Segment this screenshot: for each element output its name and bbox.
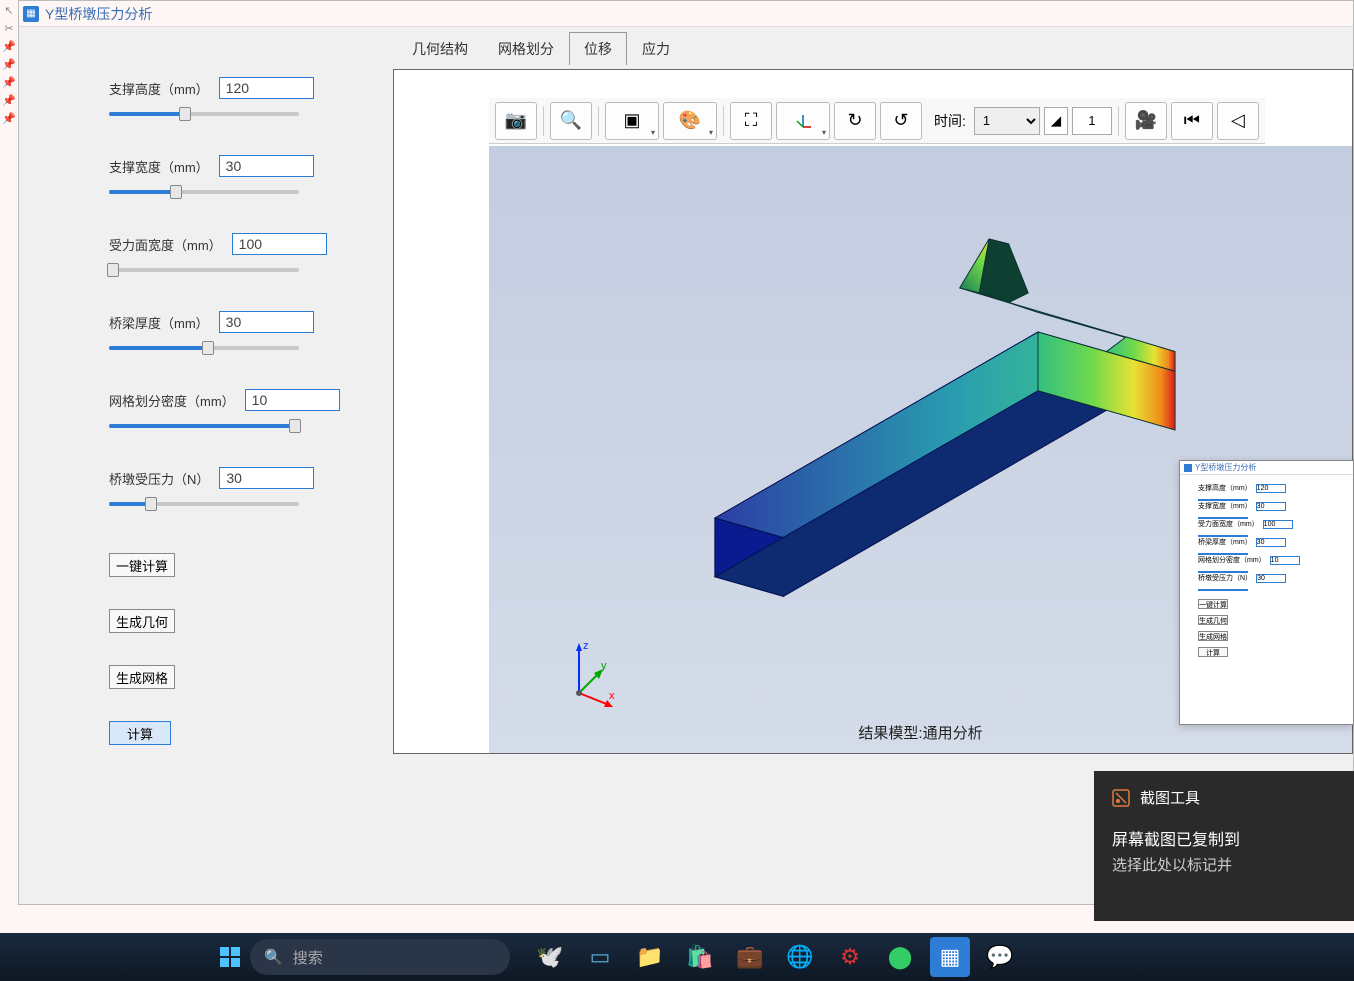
param-slider-2[interactable]: [109, 261, 299, 279]
start-icon[interactable]: [210, 937, 250, 977]
tab-1[interactable]: 网格划分: [483, 32, 569, 65]
explorer-icon[interactable]: 📁: [630, 937, 670, 977]
param-input-2[interactable]: [232, 233, 327, 255]
preview-popup[interactable]: Y型桥墩压力分析 支撑高度（mm） 支撑宽度（mm） 受力面宽度（mm） 桥梁厚度（m…: [1179, 460, 1354, 725]
pin-icon: 📌: [2, 76, 16, 90]
param-slider-5[interactable]: [109, 495, 299, 513]
pin-icon: ↖: [2, 4, 16, 18]
param-input-1[interactable]: [219, 155, 314, 177]
param-label: 支撑宽度（mm）: [109, 157, 209, 176]
zoom-icon[interactable]: 🔍: [550, 102, 592, 140]
snip-toast[interactable]: 截图工具 屏幕截图已复制到 选择此处以标记并: [1094, 771, 1354, 921]
step-input[interactable]: [1072, 107, 1112, 135]
tabs: 几何结构网格划分位移应力: [379, 27, 1353, 65]
popup-button[interactable]: 一键计算: [1198, 599, 1228, 609]
task-app-icon[interactable]: ▭: [580, 937, 620, 977]
tab-2[interactable]: 位移: [569, 32, 627, 65]
wechat-icon[interactable]: 💬: [980, 937, 1020, 977]
graphics-toolbar: 📷 🔍 ▣▾ 🎨▾ ⛶ ▾ ↻ ↺ 时间: 1 ◢: [489, 98, 1265, 144]
calc-all-button[interactable]: 一键计算: [109, 553, 175, 577]
popup-title-bar: Y型桥墩压力分析: [1180, 461, 1353, 475]
axis-orient-icon[interactable]: ▾: [776, 102, 830, 140]
search-placeholder: 搜索: [293, 947, 323, 968]
title-bar: ▦ Y型桥墩压力分析: [19, 1, 1353, 27]
param-slider-1[interactable]: [109, 183, 299, 201]
task-app-icon[interactable]: 💼: [730, 937, 770, 977]
color-cube-icon[interactable]: 🎨▾: [663, 102, 717, 140]
rotate-ccw-icon[interactable]: ↺: [880, 102, 922, 140]
toast-title: 截图工具: [1140, 787, 1200, 808]
popup-param-row: 桥墩受压力（N）: [1198, 573, 1347, 583]
task-app-icon[interactable]: ⬤: [880, 937, 920, 977]
param-slider-4[interactable]: [109, 417, 299, 435]
app-window: ▦ Y型桥墩压力分析 支撑高度（mm） 支撑宽度（mm） 受力面宽度（mm） 桥梁厚度…: [18, 0, 1354, 905]
popup-param-row: 支撑高度（mm）: [1198, 483, 1347, 493]
toast-message-2: 选择此处以标记并: [1112, 854, 1336, 875]
app-icon: ▦: [23, 6, 39, 22]
svg-text:z: z: [583, 640, 589, 652]
tab-3[interactable]: 应力: [627, 32, 685, 65]
taskbar-search[interactable]: 🔍 搜索: [250, 939, 510, 975]
time-select[interactable]: 1: [974, 107, 1040, 135]
step-mode-icon[interactable]: ◢: [1044, 107, 1068, 135]
param-input-0[interactable]: [219, 77, 314, 99]
scissors-icon[interactable]: ✂: [2, 22, 16, 36]
popup-param-row: 支撑宽度（mm）: [1198, 501, 1347, 511]
store-icon[interactable]: 🛍️: [680, 937, 720, 977]
pin-icon: 📌: [2, 58, 16, 72]
popup-param-row: 网格划分密度（mm）: [1198, 555, 1347, 565]
param-input-4[interactable]: [245, 389, 340, 411]
param-label: 桥梁厚度（mm）: [109, 313, 209, 332]
toast-message-1: 屏幕截图已复制到: [1112, 826, 1336, 850]
param-label: 桥墩受压力（N）: [109, 469, 209, 488]
screenshot-icon[interactable]: 📷: [495, 102, 537, 140]
popup-param-row: 桥梁厚度（mm）: [1198, 537, 1347, 547]
gen-geometry-button[interactable]: 生成几何: [109, 609, 175, 633]
task-app-icon[interactable]: 🕊️: [530, 937, 570, 977]
param-label: 受力面宽度（mm）: [109, 235, 222, 254]
edge-icon[interactable]: 🌐: [780, 937, 820, 977]
mesh-view-icon[interactable]: ▣▾: [605, 102, 659, 140]
param-input-5[interactable]: [219, 467, 314, 489]
task-app-icon[interactable]: ⚙: [830, 937, 870, 977]
camera-icon[interactable]: 🎥: [1125, 102, 1167, 140]
pin-icon: 📌: [2, 40, 16, 54]
pin-icon: 📌: [2, 94, 16, 108]
popup-param-row: 受力面宽度（mm）: [1198, 519, 1347, 529]
taskbar[interactable]: 🔍 搜索 🕊️ ▭ 📁 🛍️ 💼 🌐 ⚙ ⬤ ▦ 💬: [0, 933, 1354, 981]
left-system-strip: ↖ ✂ 📌 📌 📌 📌 📌: [0, 0, 18, 905]
param-label: 网格划分密度（mm）: [109, 391, 235, 410]
result-model-label: 结果模型:通用分析: [858, 722, 982, 743]
param-input-3[interactable]: [219, 311, 314, 333]
param-slider-3[interactable]: [109, 339, 299, 357]
skip-back-icon[interactable]: ⏮: [1171, 102, 1213, 140]
param-label: 支撑高度（mm）: [109, 79, 209, 98]
window-title: Y型桥墩压力分析: [45, 4, 152, 24]
sidebar: 支撑高度（mm） 支撑宽度（mm） 受力面宽度（mm） 桥梁厚度（mm） 网格划分密度（…: [19, 27, 379, 904]
task-app-icon[interactable]: ▦: [930, 937, 970, 977]
search-icon: 🔍: [264, 948, 283, 966]
pin-icon: 📌: [2, 112, 16, 126]
tab-0[interactable]: 几何结构: [397, 32, 483, 65]
compute-button[interactable]: 计算: [109, 721, 171, 745]
svg-text:x: x: [609, 690, 615, 702]
axis-triad: z x y: [559, 633, 619, 713]
snip-tool-icon: [1112, 789, 1130, 807]
param-slider-0[interactable]: [109, 105, 299, 123]
prev-frame-icon[interactable]: ◁: [1217, 102, 1259, 140]
gen-mesh-button[interactable]: 生成网格: [109, 665, 175, 689]
time-label: 时间:: [934, 111, 966, 131]
fit-view-icon[interactable]: ⛶: [730, 102, 772, 140]
popup-button[interactable]: 生成网格: [1198, 631, 1228, 641]
popup-button[interactable]: 计算: [1198, 647, 1228, 657]
svg-text:y: y: [601, 660, 607, 672]
popup-button[interactable]: 生成几何: [1198, 615, 1228, 625]
rotate-cw-icon[interactable]: ↻: [834, 102, 876, 140]
